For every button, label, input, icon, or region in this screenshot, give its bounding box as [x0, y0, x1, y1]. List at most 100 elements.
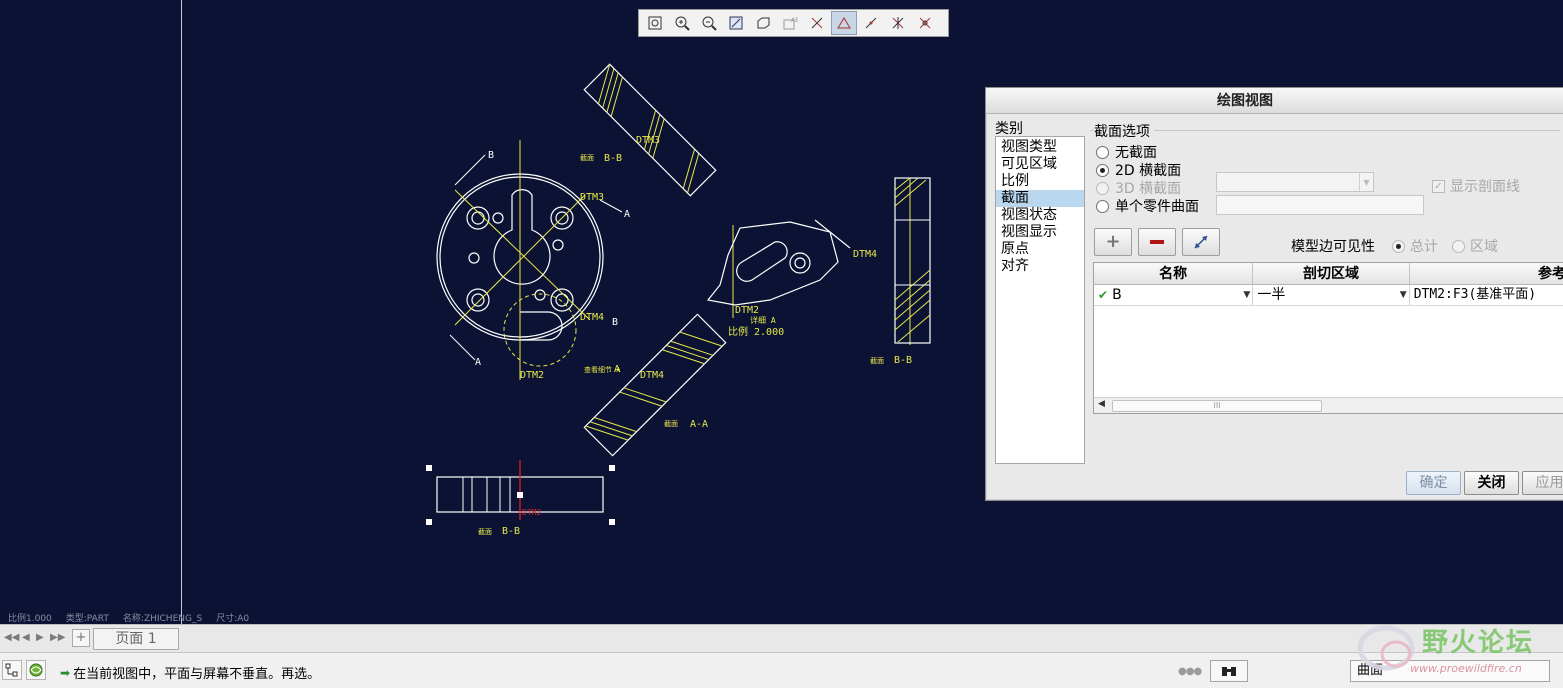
label-b-top: B	[488, 150, 494, 161]
category-view-display[interactable]: 视图显示	[996, 224, 1084, 241]
selection-filter-select[interactable]: 曲面	[1350, 660, 1550, 682]
label-bb-right: B-B	[894, 355, 912, 366]
section-view-aa[interactable]	[583, 313, 727, 457]
table-row[interactable]: ✔ B ▼ 一半 ▼ DTM2:F3(基准平面)	[1094, 285, 1563, 306]
add-page-button[interactable]: +	[72, 629, 90, 647]
label-dtm3-a: DTM3	[636, 135, 660, 146]
spin-center-icon[interactable]	[912, 11, 938, 35]
label-dtm2-c: DTM2	[522, 508, 541, 517]
section-table: 名称 剖切区域 参考 ✔B ▼ 一半 ▼ DTM2:F3(基准平面) ◀ III	[1093, 262, 1563, 414]
radio-2d-section[interactable]: 2D 横截面	[1096, 160, 1181, 180]
cell-region[interactable]: 一半 ▼	[1253, 285, 1410, 305]
visibility-total-label: 总计	[1410, 239, 1438, 255]
visibility-total-radio	[1392, 239, 1405, 253]
show-hatch-label: 显示剖面线	[1450, 179, 1520, 195]
sketch-filter-icon[interactable]	[831, 11, 857, 35]
svg-text:AB: AB	[791, 17, 798, 24]
datum-display-icon[interactable]	[804, 11, 830, 35]
cell-name[interactable]: ✔ B ▼	[1094, 285, 1254, 305]
radio-no-section[interactable]: 无截面	[1096, 142, 1157, 162]
visibility-area-label: 区域	[1470, 239, 1498, 255]
remove-section-button[interactable]	[1138, 228, 1176, 256]
prev-page-icon[interactable]: ◀	[22, 632, 30, 643]
label-dtm4-a: DTM4	[580, 312, 604, 323]
cell-region-value: 一半	[1257, 287, 1286, 303]
category-list: 视图类型 可见区域 比例 截面 视图状态 视图显示 原点 对齐	[995, 136, 1085, 464]
category-view-states[interactable]: 视图状态	[996, 207, 1084, 224]
repaint-icon[interactable]	[723, 11, 749, 35]
part-surface-field[interactable]	[1216, 195, 1424, 215]
find-button[interactable]	[1210, 660, 1248, 682]
ok-button[interactable]: 确定	[1406, 471, 1461, 495]
category-scale[interactable]: 比例	[996, 173, 1084, 190]
visibility-area-option: 区域	[1452, 236, 1498, 256]
section-options-divider	[1090, 130, 1560, 131]
browser-toggle-icon[interactable]	[26, 660, 46, 680]
category-view-type[interactable]: 视图类型	[996, 139, 1084, 156]
cell-name-value: B	[1112, 287, 1122, 303]
header-name[interactable]: 名称	[1094, 263, 1254, 284]
section-view-bb-bottom[interactable]	[426, 460, 615, 525]
zoom-out-icon[interactable]	[696, 11, 722, 35]
radio-no-section-button[interactable]	[1096, 145, 1109, 159]
label-dtm2-b: DTM2	[735, 305, 759, 316]
cell-reference[interactable]: DTM2:F3(基准平面)	[1410, 285, 1563, 305]
radio-single-part-surface[interactable]: 单个零件曲面	[1096, 196, 1199, 216]
header-region[interactable]: 剖切区域	[1253, 263, 1410, 284]
header-reference[interactable]: 参考	[1410, 263, 1563, 284]
category-origin[interactable]: 原点	[996, 241, 1084, 258]
sheet-status: 比例1.000 类型:PART 名称:ZHICHENG_S 尺寸:A0	[8, 611, 249, 624]
flip-section-button[interactable]	[1182, 228, 1220, 256]
table-header: 名称 剖切区域 参考	[1094, 263, 1563, 285]
label-dtm4-c: DTM4	[853, 249, 877, 260]
apply-button[interactable]: 应用	[1522, 471, 1563, 495]
radio-single-part-surface-button[interactable]	[1096, 199, 1109, 213]
label-dtm2-a: DTM2	[520, 370, 544, 381]
category-sections[interactable]: 截面	[996, 190, 1084, 207]
category-alignment[interactable]: 对齐	[996, 258, 1084, 275]
model-edge-visibility-label: 模型边可见性	[1291, 239, 1375, 255]
detail-view-a[interactable]	[706, 219, 851, 306]
csys-display-icon[interactable]	[885, 11, 911, 35]
label-bb-bottom: B-B	[502, 526, 520, 537]
label-section-tag-right: 截面	[870, 356, 884, 365]
sheet-scale: 比例1.000	[8, 614, 52, 624]
label-detail-scale: 比例 2.000	[728, 325, 784, 338]
scrollbar-thumb[interactable]: III	[1112, 400, 1322, 412]
show-hatch-check-icon: ✓	[1432, 179, 1445, 193]
last-page-icon[interactable]: ▶▶	[50, 632, 65, 643]
view-toolbar: AB	[638, 9, 949, 37]
point-display-icon[interactable]	[858, 11, 884, 35]
radio-3d-section: 3D 横截面	[1096, 178, 1181, 198]
category-visible-area[interactable]: 可见区域	[996, 156, 1084, 173]
flip-icon	[1194, 235, 1208, 249]
label-detail-a: 详细 A	[750, 315, 776, 325]
dialog-title[interactable]: 绘图视图	[986, 88, 1563, 114]
chevron-down-icon[interactable]: ▼	[1400, 285, 1407, 305]
page-tab-1[interactable]: 页面 1	[93, 628, 179, 650]
section-view-bb-right[interactable]	[894, 177, 931, 344]
refit-icon[interactable]	[642, 11, 668, 35]
next-page-icon[interactable]: ▶	[36, 632, 44, 643]
tree-toggle-icon[interactable]	[2, 660, 22, 680]
annotation-display-icon[interactable]: AB	[777, 11, 803, 35]
status-message-text: 在当前视图中，平面与屏幕不垂直。再选。	[73, 667, 321, 682]
drawing-canvas[interactable]: 截面 B-B DTM3 DTM3 DTM4 DTM2 DTM4 查看细节 A A…	[0, 0, 1563, 624]
first-page-icon[interactable]: ◀◀	[4, 632, 19, 643]
radio-3d-section-button	[1096, 181, 1109, 195]
zoom-in-icon[interactable]	[669, 11, 695, 35]
category-label: 类别	[995, 121, 1023, 137]
radio-2d-section-button[interactable]	[1096, 163, 1109, 177]
label-a-detail: A	[614, 364, 620, 375]
chevron-down-icon[interactable]: ▼	[1243, 285, 1250, 305]
status-message: ➡ 在当前视图中，平面与屏幕不垂直。再选。	[60, 663, 321, 683]
section-view-bb-top[interactable]	[583, 63, 717, 197]
add-section-button[interactable]: +	[1094, 228, 1132, 256]
scroll-left-icon[interactable]: ◀	[1098, 399, 1105, 409]
label-bb-top: B-B	[604, 153, 622, 164]
display-style-icon[interactable]	[750, 11, 776, 35]
label-dtm4-b: DTM4	[640, 370, 664, 381]
binoculars-icon	[1222, 667, 1236, 676]
close-button[interactable]: 关闭	[1464, 471, 1519, 495]
table-horizontal-scrollbar[interactable]: ◀ III	[1094, 397, 1563, 413]
